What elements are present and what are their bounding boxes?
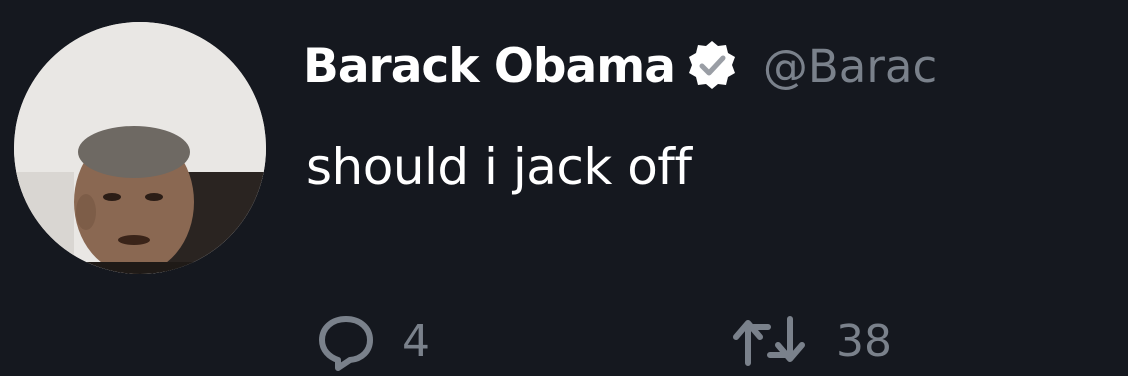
avatar[interactable] — [14, 22, 266, 274]
tweet-text: should i jack off — [306, 138, 692, 196]
retweet-button[interactable]: 38 — [728, 305, 892, 376]
reply-count: 4 — [402, 315, 430, 367]
author-display-name[interactable]: Barack Obama — [303, 39, 676, 94]
verified-badge-icon — [685, 39, 739, 93]
retweet-icon — [733, 316, 805, 366]
tweet[interactable]: Barack Obama @Barac should i jack off 4 … — [0, 0, 1128, 376]
reply-icon — [319, 316, 373, 371]
retweet-count: 38 — [836, 315, 892, 367]
author-handle[interactable]: @Barac — [763, 40, 937, 93]
reply-button[interactable]: 4 — [316, 305, 430, 376]
tweet-header: Barack Obama @Barac — [303, 30, 937, 102]
profile-photo-icon — [14, 22, 266, 274]
